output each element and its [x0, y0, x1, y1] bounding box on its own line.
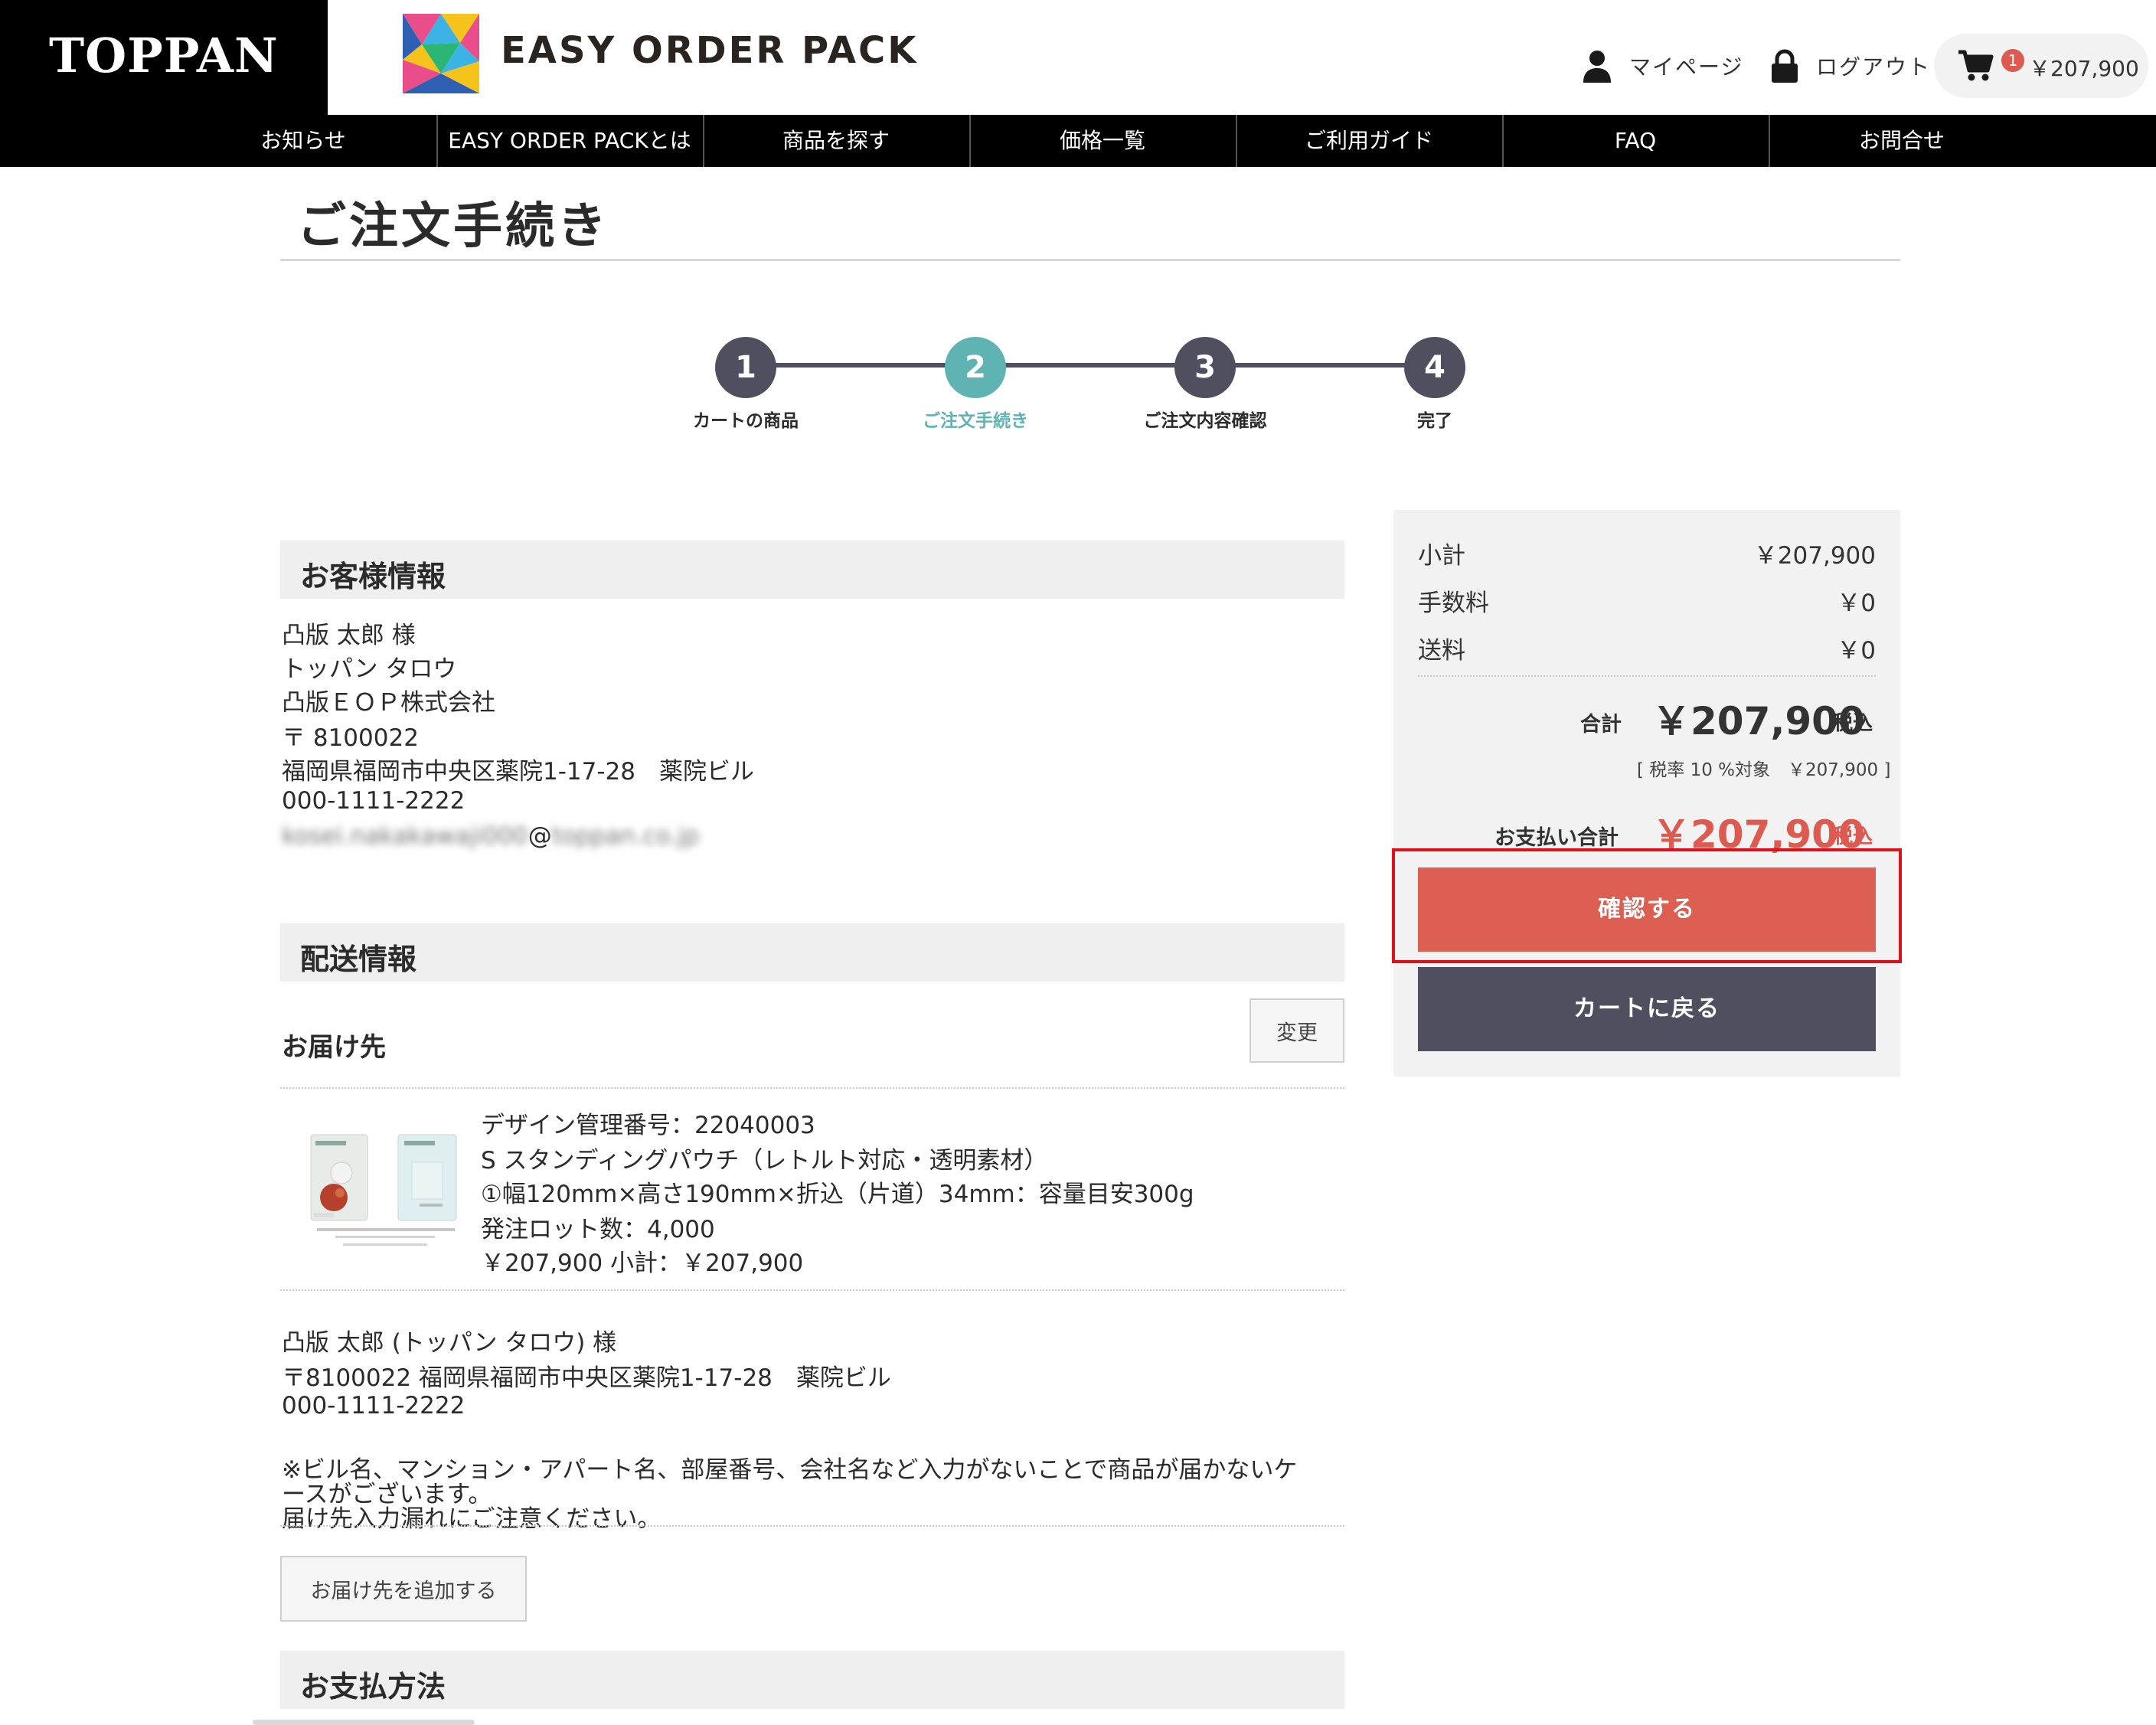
- nav-item-contact[interactable]: お問合せ: [1769, 115, 2035, 167]
- destination-label: お届け先: [282, 1032, 386, 1063]
- item-divider-top: [280, 1087, 1344, 1089]
- mypage-link[interactable]: マイページ: [1582, 47, 1743, 84]
- email-domain-blurred: toppan.co.jp: [551, 822, 700, 850]
- total-label: 合計: [1580, 713, 1622, 737]
- logout-label: ログアウト: [1816, 54, 1932, 80]
- recipient-name: 凸版 太郎 (トッパン タロウ) 様: [282, 1329, 617, 1357]
- step-connector: [746, 363, 1435, 368]
- recipient-phone: 000-1111-2222: [282, 1392, 466, 1420]
- product-size: ①幅120mm×高さ190mm×折込（片道）34mm：容量目安300g: [481, 1181, 1194, 1208]
- item-price: ￥207,900 小計：￥207,900: [481, 1250, 804, 1277]
- product-thumbnail[interactable]: [305, 1130, 466, 1253]
- product-name[interactable]: EASY ORDER PACK: [501, 29, 918, 72]
- step-2-label: ご注文手続き: [923, 411, 1028, 431]
- nav-item-price-list[interactable]: 価格一覧: [969, 115, 1237, 167]
- user-icon: [1583, 51, 1611, 83]
- subtotal-row: 小計 ￥207,900: [1418, 536, 1876, 570]
- notice-divider: [280, 1525, 1344, 1527]
- easy-order-pack-logo-icon[interactable]: [403, 14, 479, 93]
- customer-info-heading: お客様情報: [300, 560, 446, 593]
- customer-name: 凸版 太郎 様: [282, 622, 416, 649]
- summary-divider: [1418, 675, 1876, 677]
- design-number: デザイン管理番号：22040003: [481, 1112, 815, 1139]
- step-4-label: 完了: [1417, 411, 1452, 431]
- subtotal-label: 小計: [1418, 542, 1465, 570]
- mypage-label: マイページ: [1629, 54, 1744, 80]
- tax-note: [ 税率 10 %対象 ￥207,900 ]: [1637, 760, 1891, 780]
- delivery-info-header: 配送情報: [280, 923, 1344, 982]
- email-at: @: [528, 822, 552, 850]
- payment-method-heading: お支払方法: [300, 1670, 446, 1704]
- lock-icon: [1772, 49, 1798, 83]
- logout-link[interactable]: ログアウト: [1770, 47, 1931, 84]
- total-tax-incl: 税込: [1833, 712, 1873, 735]
- payment-method-header: お支払方法: [280, 1651, 1344, 1709]
- nav-item-news[interactable]: お知らせ: [170, 115, 438, 167]
- customer-address: 福岡県福岡市中央区薬院1-17-28 薬院ビル: [282, 758, 754, 786]
- fee-value: ￥0: [1837, 590, 1876, 617]
- step-1-label: カートの商品: [693, 411, 799, 431]
- item-divider-bottom: [280, 1289, 1344, 1291]
- order-lot: 発注ロット数：4,000: [481, 1216, 715, 1243]
- nav-item-guide[interactable]: ご利用ガイド: [1236, 115, 1504, 167]
- nav-item-products[interactable]: 商品を探す: [703, 115, 971, 167]
- nav-item-about[interactable]: EASY ORDER PACKとは: [436, 115, 704, 167]
- horizontal-scrollbar[interactable]: [253, 1720, 475, 1725]
- toppan-logo[interactable]: TOPPAN: [0, 0, 328, 115]
- cart-button[interactable]: 1 ￥207,900: [1934, 34, 2148, 98]
- email-user-blurred: kosei.nakakawaji000: [282, 822, 528, 850]
- confirm-button-highlight: [1392, 848, 1902, 963]
- customer-email: kosei.nakakawaji000@toppan.co.jp: [282, 822, 699, 850]
- customer-info-header: お客様情報: [280, 541, 1344, 599]
- cart-icon: [1958, 50, 1994, 81]
- shipping-row: 送料 ￥0: [1418, 631, 1876, 665]
- customer-company: 凸版ＥＯＰ株式会社: [282, 689, 495, 717]
- page-title: ご注文手続き: [297, 198, 609, 255]
- change-destination-button[interactable]: 変更: [1250, 998, 1344, 1063]
- step-4-circle: 4: [1404, 337, 1465, 398]
- payment-tax-incl: 税込: [1833, 825, 1873, 848]
- recipient-address: 〒8100022 福岡県福岡市中央区薬院1-17-28 薬院ビル: [282, 1364, 891, 1392]
- cart-amount: ￥207,900: [2029, 56, 2139, 81]
- step-3-label: ご注文内容確認: [1143, 411, 1267, 431]
- step-1-circle: 1: [715, 337, 776, 398]
- add-destination-button[interactable]: お届け先を追加する: [280, 1556, 527, 1622]
- delivery-info-heading: 配送情報: [300, 943, 417, 976]
- step-3-circle: 3: [1174, 337, 1236, 398]
- fee-label: 手数料: [1418, 590, 1489, 617]
- fee-row: 手数料 ￥0: [1418, 583, 1876, 618]
- customer-phone: 000-1111-2222: [282, 787, 466, 815]
- customer-kana: トッパン タロウ: [282, 655, 457, 683]
- customer-postal: 〒 8100022: [282, 724, 419, 752]
- step-2-circle: 2: [945, 337, 1006, 398]
- global-nav: お知らせ EASY ORDER PACKとは 商品を探す 価格一覧 ご利用ガイド…: [0, 115, 2156, 167]
- shipping-value: ￥0: [1837, 637, 1876, 665]
- cart-count-badge: 1: [2001, 49, 2024, 72]
- product-name-line: S スタンディングパウチ（レトルト対応・透明素材）: [481, 1147, 1048, 1175]
- subtotal-value: ￥207,900: [1753, 542, 1876, 570]
- payment-total-label: お支払い合計: [1494, 826, 1619, 850]
- nav-item-faq[interactable]: FAQ: [1502, 115, 1770, 167]
- shipping-label: 送料: [1418, 637, 1465, 665]
- back-to-cart-button[interactable]: カートに戻る: [1418, 967, 1876, 1051]
- title-divider: [280, 259, 1900, 261]
- brand-text: TOPPAN: [49, 28, 279, 83]
- delivery-notice-line3: 届け先入力漏れにご注意ください。: [282, 1505, 662, 1533]
